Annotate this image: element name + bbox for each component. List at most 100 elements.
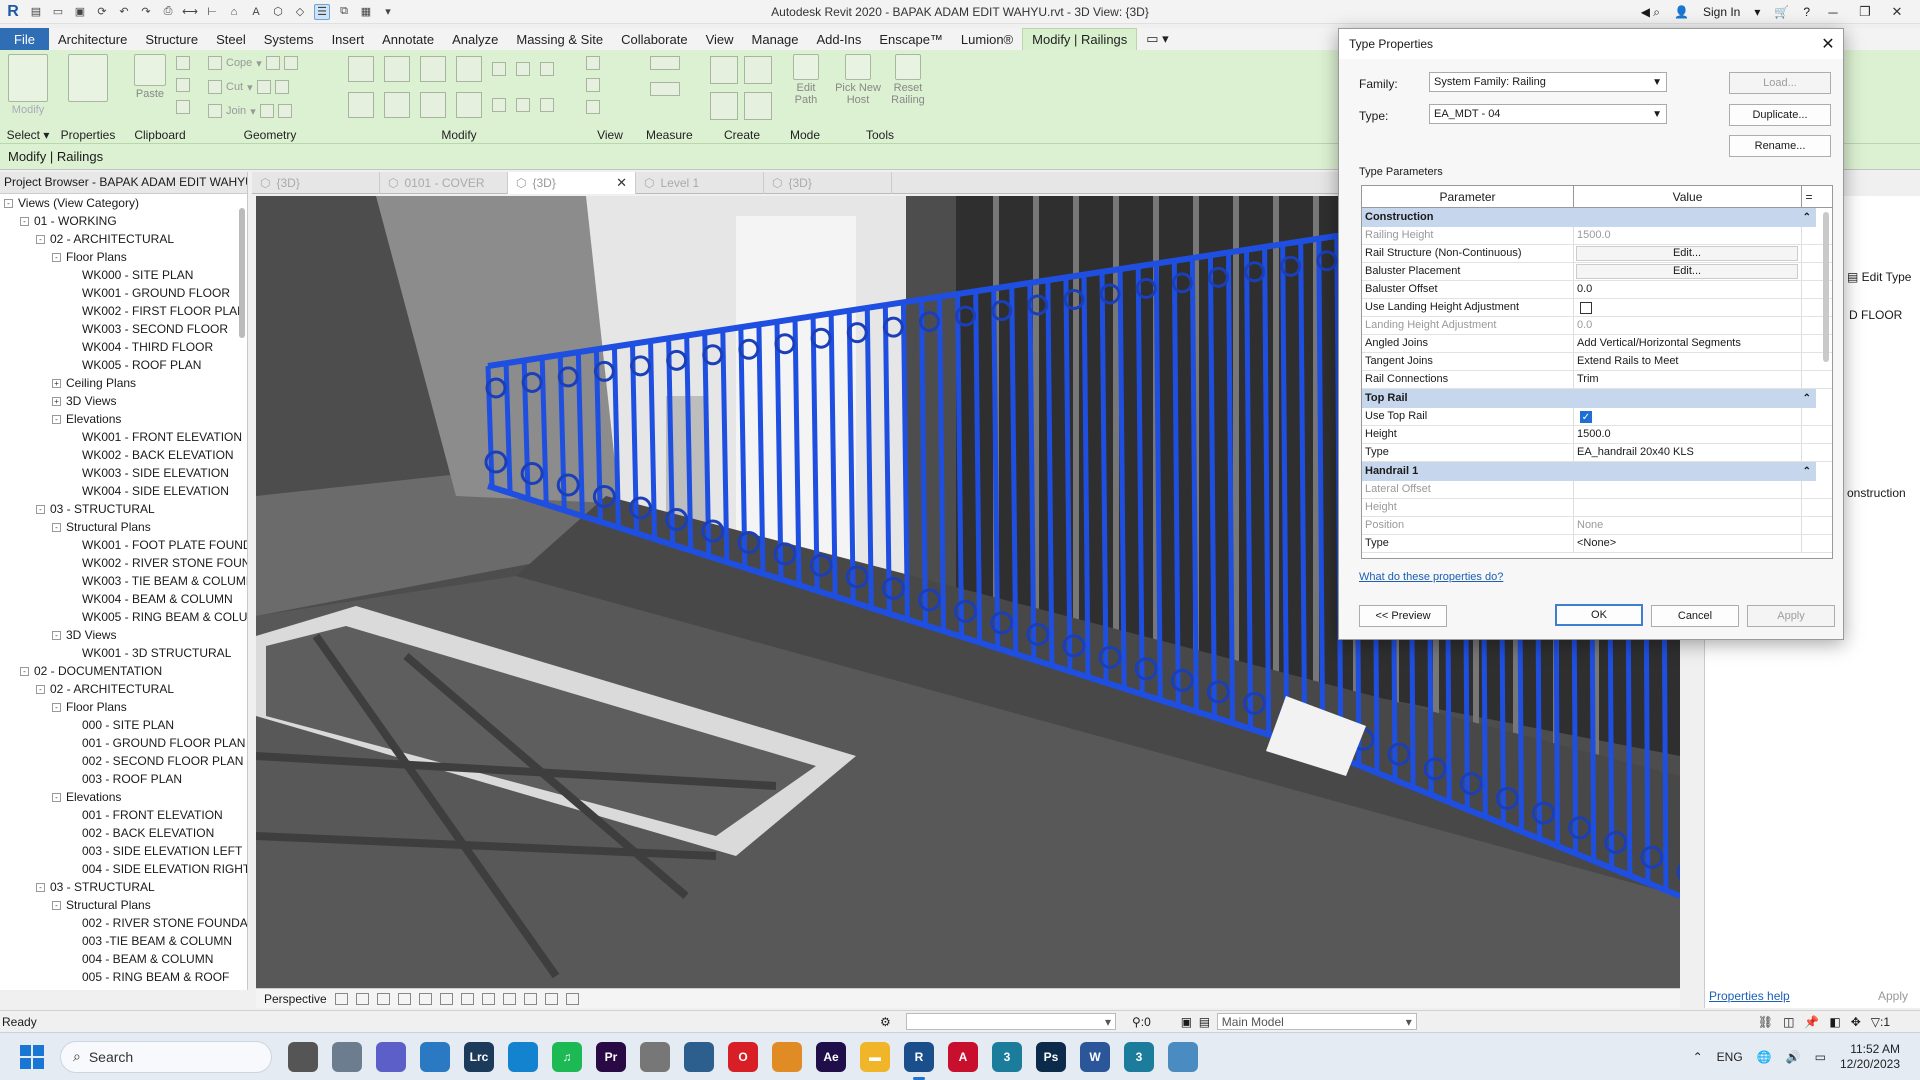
type-select[interactable]: EA_MDT - 04 ▼ (1429, 104, 1667, 124)
parameter-value-cell[interactable]: <None> (1574, 535, 1802, 552)
view-tool-icon[interactable] (586, 100, 600, 114)
family-select[interactable]: System Family: Railing ▼ (1429, 72, 1667, 92)
mirror-axis-icon[interactable] (420, 56, 446, 82)
collapse-icon[interactable]: - (36, 234, 45, 244)
clock[interactable]: 11:52 AM 12/20/2023 (1840, 1042, 1900, 1072)
sketchup-icon[interactable] (684, 1041, 714, 1072)
parameter-value-cell[interactable]: ✓ (1574, 408, 1802, 425)
reset-railing-button[interactable]: Reset Railing (886, 54, 930, 106)
help-icon[interactable]: ? (1803, 5, 1810, 19)
folder-icon[interactable]: ▬ (860, 1041, 890, 1072)
select-pinned-icon[interactable]: 📌 (1804, 1015, 1819, 1029)
cut-geometry-icon[interactable] (208, 80, 222, 94)
browser-tree-item[interactable]: -03 - STRUCTURAL (0, 500, 247, 518)
minimize-icon[interactable]: ─ (1824, 5, 1842, 20)
parameter-value-cell[interactable] (1574, 481, 1802, 498)
load-button[interactable]: Load... (1729, 72, 1831, 94)
battery-icon[interactable]: ▭ (1815, 1050, 1826, 1064)
trim-icon[interactable] (456, 92, 482, 118)
edit-parameter-button[interactable]: Edit... (1576, 264, 1798, 279)
tag-icon[interactable]: ⌂ (226, 4, 242, 20)
select-underlay-icon[interactable]: ◫ (1783, 1015, 1794, 1029)
cart-icon[interactable]: 🛒 (1774, 5, 1789, 19)
rename-button[interactable]: Rename... (1729, 135, 1831, 157)
info-search-icon[interactable]: ◀ ⌕ (1641, 5, 1660, 20)
create-parts-icon[interactable] (744, 56, 772, 84)
parameter-value-cell[interactable]: Add Vertical/Horizontal Segments (1574, 335, 1802, 352)
copy-modify-icon[interactable] (384, 92, 410, 118)
browser-tree-item[interactable]: WK004 - THIRD FLOOR (0, 338, 247, 356)
select-panel-label[interactable]: Select ▾ (0, 128, 56, 142)
browser-tree-item[interactable]: WK003 - SIDE ELEVATION (0, 464, 247, 482)
parameter-value-cell[interactable]: Extend Rails to Meet (1574, 353, 1802, 370)
browser-tree-item[interactable]: WK001 - FRONT ELEVATION (0, 428, 247, 446)
ribbon-tab[interactable]: Add-Ins (808, 28, 871, 50)
filter-icon[interactable]: ▽ (1871, 1015, 1880, 1029)
drag-on-selection-icon[interactable]: ✥ (1851, 1015, 1861, 1029)
dimension-icon[interactable]: ⊢ (204, 4, 220, 20)
browser-tree-item[interactable]: WK002 - RIVER STONE FOUNDATION (0, 554, 247, 572)
pick-new-host-button[interactable]: Pick New Host (832, 54, 884, 106)
collapse-icon[interactable]: - (36, 504, 45, 514)
sync-icon[interactable]: ⟳ (94, 4, 110, 20)
browser-icon[interactable] (640, 1041, 670, 1072)
browser-tree-item[interactable]: 003 - SIDE ELEVATION LEFT (0, 842, 247, 860)
ribbon-tab[interactable]: Lumion® (952, 28, 1022, 50)
browser-tree-item[interactable]: + Ceiling Plans (0, 374, 247, 392)
browser-tree-item[interactable]: WK005 - RING BEAM & COLUMN (0, 608, 247, 626)
worksets-icon[interactable]: ⚙ (880, 1015, 906, 1029)
taskbar-search[interactable]: ⌕ Search (60, 1040, 272, 1073)
split-icon[interactable] (492, 62, 506, 76)
paste-button[interactable]: Paste (128, 54, 172, 100)
geometry-tool-5-icon[interactable] (259, 104, 274, 118)
measure-tool-icon[interactable] (650, 56, 680, 70)
properties-help-link[interactable]: Properties help (1709, 989, 1790, 1003)
browser-tree-item[interactable]: - Floor Plans (0, 248, 247, 266)
browser-tree-item[interactable]: WK004 - SIDE ELEVATION (0, 482, 247, 500)
collapse-icon[interactable]: - (20, 216, 29, 226)
view-projection-mode[interactable]: Perspective (264, 992, 327, 1006)
sign-in-dropdown-icon[interactable]: ▾ (1754, 5, 1760, 19)
view-tab[interactable]: ⬡ {3D} ✕ (508, 172, 636, 194)
media-player-icon[interactable] (772, 1041, 802, 1072)
design-options-icon-2[interactable]: ▤ (1199, 1015, 1217, 1029)
dimension-tool-icon[interactable] (650, 82, 680, 96)
spotify-icon[interactable]: ♫ (552, 1041, 582, 1072)
ribbon-tab[interactable]: Enscape™ (870, 28, 952, 50)
hide-icon[interactable] (586, 78, 600, 92)
volume-icon[interactable]: 🔊 (1786, 1050, 1801, 1064)
browser-tree-item[interactable]: - Elevations (0, 410, 247, 428)
browser-tree-item[interactable]: - Elevations (0, 788, 247, 806)
override-graphics-icon[interactable] (586, 56, 600, 70)
ribbon-tab[interactable]: Modify | Railings (1022, 28, 1138, 50)
properties-help-link-dialog[interactable]: What do these properties do? (1359, 571, 1503, 583)
browser-tree-item[interactable]: +3D Views (0, 392, 247, 410)
view-tab[interactable]: ⬡ 0101 - COVER (380, 172, 508, 194)
create-group-icon[interactable] (710, 92, 738, 120)
ribbon-tab[interactable]: Analyze (443, 28, 507, 50)
split-gap-icon[interactable] (516, 62, 530, 76)
collapse-icon[interactable]: - (4, 198, 13, 208)
editable-only-icon[interactable]: ⚲ (1132, 1015, 1141, 1029)
app-3b-icon[interactable]: 3 (1124, 1041, 1154, 1072)
browser-tree-item[interactable]: WK003 - TIE BEAM & COLUMN (0, 572, 247, 590)
modify-button[interactable]: Modify (6, 54, 50, 116)
expand-icon[interactable]: + (52, 396, 61, 406)
new-icon[interactable]: ▤ (28, 4, 44, 20)
collapse-icon[interactable]: - (52, 522, 61, 532)
switch-windows-icon[interactable]: ▦ (358, 4, 374, 20)
crop-view-icon[interactable] (439, 992, 453, 1005)
paint-icon[interactable] (277, 104, 292, 118)
ribbon-tab[interactable]: Systems (255, 28, 323, 50)
browser-tree-item[interactable]: WK002 - BACK ELEVATION (0, 446, 247, 464)
parameter-value-cell[interactable]: 1500.0 (1574, 227, 1802, 244)
join-button[interactable]: Join (226, 105, 246, 117)
tray-overflow-icon[interactable]: ⌃ (1693, 1050, 1703, 1064)
temporary-hide-icon[interactable] (502, 992, 516, 1005)
geometry-tool-3-icon[interactable] (256, 80, 271, 94)
start-button[interactable] (20, 1044, 44, 1069)
parameter-value-cell[interactable] (1574, 299, 1802, 316)
browser-tree-item[interactable]: WK005 - ROOF PLAN (0, 356, 247, 374)
browser-tree-item[interactable]: 001 - FRONT ELEVATION (0, 806, 247, 824)
design-options-icon[interactable]: ▣ (1181, 1015, 1199, 1029)
